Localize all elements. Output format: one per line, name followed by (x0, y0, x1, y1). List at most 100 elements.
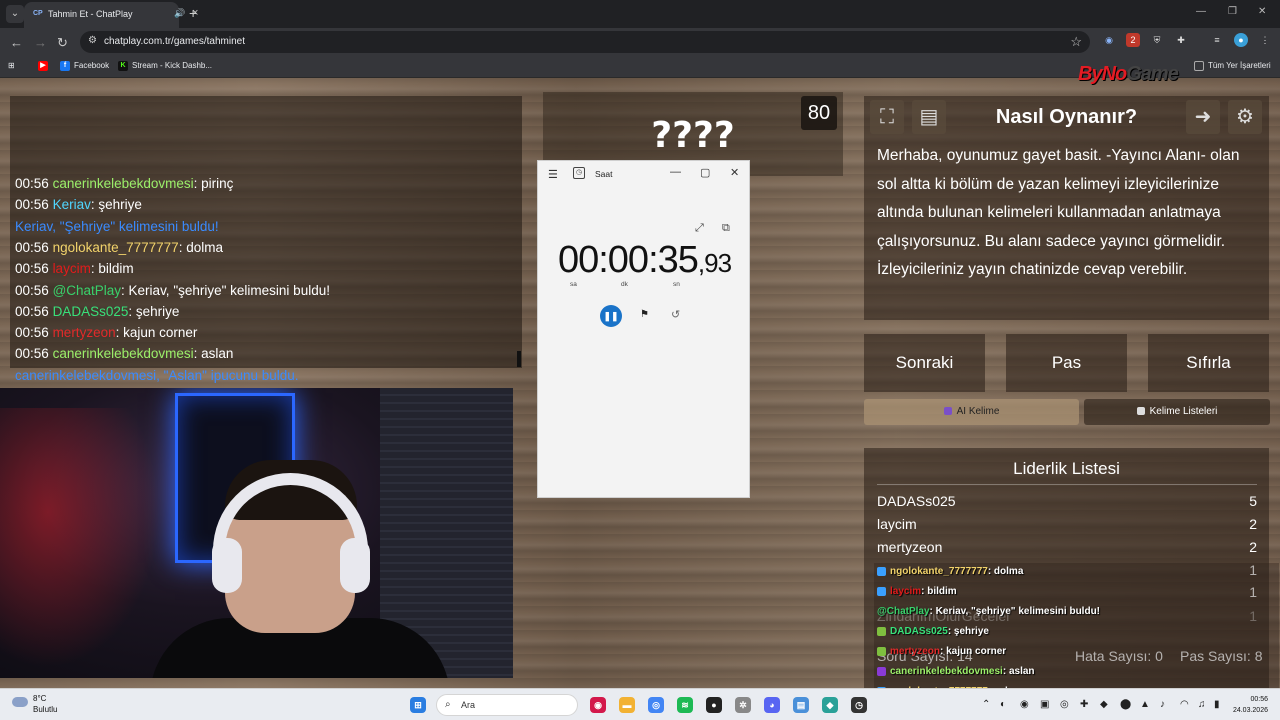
clock-taskbar-icon[interactable]: ◷ (851, 697, 867, 713)
chat-message: 00:56 mertyzeon: kajun corner (15, 325, 198, 341)
obs-icon[interactable]: ● (706, 697, 722, 713)
reset-button[interactable]: Sıfırla (1148, 334, 1269, 392)
facebook-icon: f (60, 61, 70, 71)
compact-overlay-icon[interactable]: ⧉ (722, 222, 730, 235)
chat-message: 00:56 canerinkelebekdovmesi: aslan (15, 346, 234, 362)
spotify-icon[interactable]: ≋ (677, 697, 693, 713)
chat-scrollbar[interactable] (517, 351, 521, 367)
address-bar[interactable]: ⚙ chatplay.com.tr/games/tahminet ☆ (80, 31, 1090, 53)
maximize-button[interactable]: ❐ (1228, 6, 1237, 17)
puzzle-icon[interactable]: ✚ (1174, 33, 1188, 47)
expand-icon[interactable]: ⤢ (695, 222, 704, 235)
apps-icon[interactable]: ⊞ (8, 61, 15, 70)
discord-icon[interactable]: ◕ (764, 697, 780, 713)
app-icon[interactable]: ✲ (735, 697, 751, 713)
tray-icon[interactable]: ✚ (1080, 699, 1088, 710)
shield-icon[interactable]: ⛨ (1150, 33, 1164, 47)
tray-icon[interactable]: ⬤ (1120, 699, 1131, 710)
bookmark-kick[interactable]: K Stream - Kick Dashb... (118, 61, 212, 71)
lap-flag-icon[interactable]: ⚑ (640, 309, 649, 320)
overlay-chat-message: ngolokante_7777777: dolma (877, 566, 1207, 577)
next-button[interactable]: Sonraki (864, 334, 985, 392)
tab-search-button[interactable]: ⌄ (6, 5, 24, 23)
tab-title: Tahmin Et - ChatPlay (48, 9, 133, 19)
folder-icon (1194, 61, 1204, 71)
chat-message: 00:56 Keriav: şehriye (15, 197, 142, 213)
chat-message: 00:56 canerinkelebekdovmesi: pirinç (15, 176, 234, 191)
bookmark-star-icon[interactable]: ☆ (1070, 34, 1082, 50)
site-info-icon[interactable]: ⚙ (88, 35, 97, 46)
unit-minutes: dk (621, 281, 628, 288)
app-icon[interactable]: ◉ (590, 697, 606, 713)
more-icon[interactable]: ⋮ (1258, 33, 1272, 47)
microphone-icon[interactable]: ♪ (1160, 699, 1165, 710)
exit-button[interactable]: ➜ (1186, 100, 1220, 134)
wifi-icon[interactable]: ◠ (1180, 699, 1189, 710)
leaderboard-row: DADASs025 5 (877, 493, 1257, 509)
overlay-chat-message: laycim: bildim (877, 586, 1207, 597)
back-button[interactable]: ← (10, 35, 23, 50)
unit-hours: sa (570, 281, 577, 288)
pass-button[interactable]: Pas (1006, 334, 1127, 392)
system-clock[interactable]: 00:56 24.03.2026 (1228, 694, 1268, 716)
overlay-chat-message: mertyzeon: kajun corner (877, 646, 1207, 657)
all-bookmarks[interactable]: Tüm Yer İşaretleri (1194, 61, 1271, 71)
start-icon[interactable]: ⊞ (410, 697, 426, 713)
extension-icon[interactable]: ◉ (1102, 33, 1116, 47)
pause-button[interactable]: ❚❚ (600, 305, 622, 327)
maximize-button[interactable]: ▢ (700, 166, 710, 179)
user-badge-icon (877, 666, 886, 676)
youtube-icon: ▶ (38, 61, 48, 71)
search-box[interactable]: ⌕ Ara (436, 694, 578, 716)
chat-message: 00:56 ngolokante_7777777: dolma (15, 239, 223, 255)
overlay-chat-message: DADASs025: şehriye (877, 626, 1207, 637)
forward-button[interactable]: → (34, 35, 47, 50)
app-icon[interactable]: ◆ (822, 697, 838, 713)
ai-icon (943, 407, 952, 416)
unit-seconds: sn (673, 281, 680, 288)
reload-button[interactable]: ↻ (57, 35, 68, 51)
close-icon[interactable]: ✕ (730, 166, 739, 179)
new-tab-button[interactable]: + (189, 5, 197, 21)
tray-icon[interactable]: ◉ (1020, 699, 1029, 710)
user-badge-icon (877, 586, 886, 596)
menu-icon[interactable]: ☰ (548, 168, 558, 181)
reset-icon[interactable]: ↺ (671, 308, 680, 321)
close-window-button[interactable]: ✕ (1258, 6, 1266, 17)
tray-icon[interactable]: ◆ (1100, 699, 1108, 710)
battery-icon[interactable]: ▮ (1214, 699, 1220, 710)
settings-gear-icon[interactable]: ⚙ (1228, 100, 1262, 134)
tray-icon[interactable]: ▲ (1140, 699, 1150, 710)
kick-icon: K (118, 61, 128, 71)
clock-app-window: ☰ ◷ Saat — ▢ ✕ ⤢ ⧉ 00:00:35,93 sa dk sn … (537, 160, 750, 498)
leaderboard-row: laycim 2 (877, 516, 1257, 532)
minimize-button[interactable]: — (670, 166, 681, 178)
toolbar: ← → ↻ ⚙ chatplay.com.tr/games/tahminet ☆ (0, 28, 1280, 56)
user-badge-icon (877, 566, 886, 576)
howto-text: Merhaba, oyunumuz gayet basit. -Yayıncı … (877, 147, 1240, 278)
tray-chevron-icon[interactable]: ⌃ (982, 699, 990, 710)
tray-icon[interactable]: ◐ (1000, 699, 1006, 710)
file-explorer-icon[interactable]: ▬ (619, 697, 635, 713)
clock-app-title: Saat (595, 169, 613, 179)
word-lists-button[interactable]: Kelime Listeleri (1084, 399, 1270, 425)
chrome-icon[interactable]: ◎ (648, 697, 664, 713)
url-text: chatplay.com.tr/games/tahminet (104, 36, 245, 47)
extension-icon[interactable]: 2 (1126, 33, 1140, 47)
volume-icon[interactable]: ♫ (1198, 699, 1206, 710)
divider (877, 484, 1257, 485)
bookmark-youtube[interactable]: ▶ (38, 61, 52, 71)
tab-audio-icon[interactable]: 🔊 (174, 8, 185, 19)
active-tab[interactable]: CP Tahmin Et - ChatPlay 🔊 × (24, 2, 198, 28)
media-icon[interactable]: ≡ (1210, 33, 1224, 47)
tray-icon[interactable]: ◎ (1060, 699, 1069, 710)
app-icon[interactable]: ▤ (793, 697, 809, 713)
bynogame-logo: ByNoGame (1078, 63, 1179, 85)
avatar[interactable]: ● (1234, 33, 1248, 47)
user-badge-icon (877, 646, 886, 656)
ai-word-button[interactable]: AI Kelime (864, 399, 1079, 425)
bookmark-facebook[interactable]: f Facebook (60, 61, 109, 71)
tray-icon[interactable]: ▣ (1040, 699, 1049, 710)
stopwatch-display: 00:00:35,93 (557, 239, 732, 281)
minimize-button[interactable]: — (1196, 6, 1206, 17)
